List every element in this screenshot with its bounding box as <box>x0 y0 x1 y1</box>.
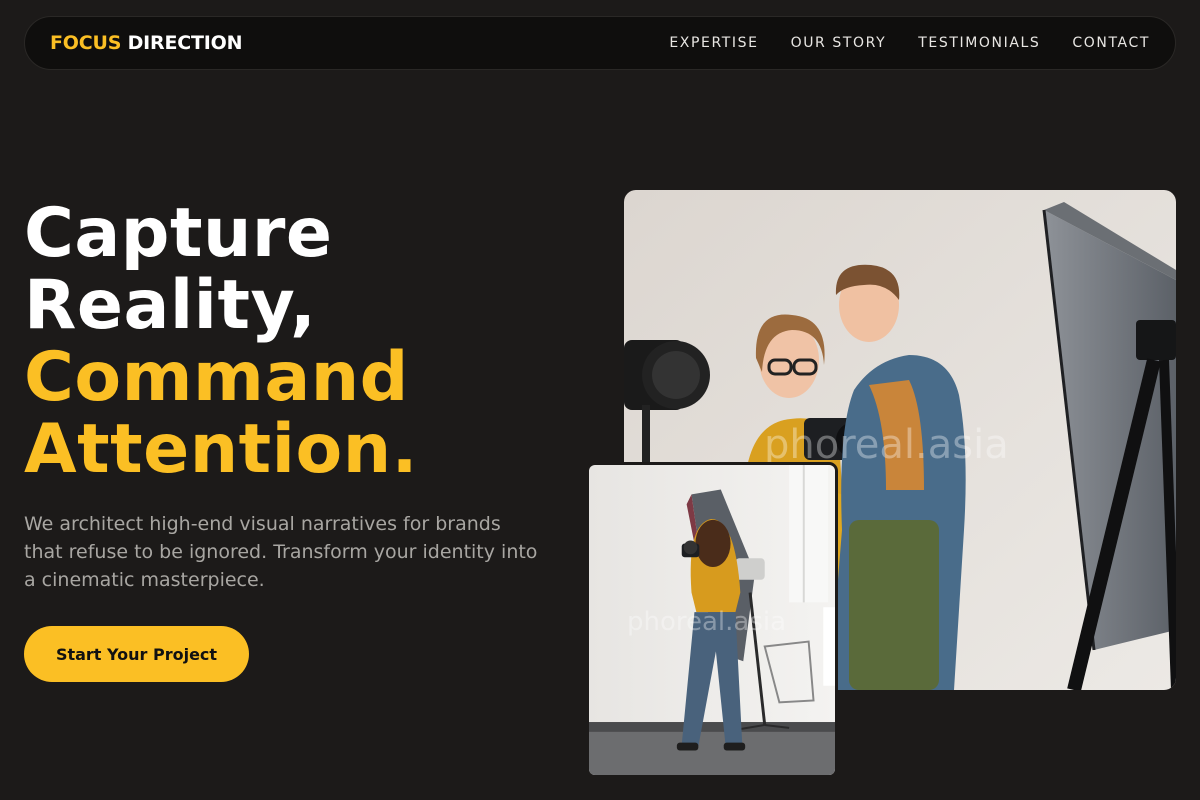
landing-page: FOCUS DIRECTION EXPERTISE OUR STORY TEST… <box>0 0 1200 800</box>
logo-rest-text: DIRECTION <box>127 32 243 54</box>
headline-line-3: Command <box>24 338 409 417</box>
nav-links: EXPERTISE OUR STORY TESTIMONIALS CONTACT <box>669 35 1150 51</box>
brand-logo[interactable]: FOCUS DIRECTION <box>50 32 242 54</box>
hero-subtext: We architect high-end visual narratives … <box>24 513 538 591</box>
headline-line-2: Reality, <box>24 266 317 345</box>
hero-photo-secondary: phoreal.asia <box>586 462 838 778</box>
nav-link-testimonials[interactable]: TESTIMONIALS <box>918 35 1040 51</box>
start-project-button[interactable]: Start Your Project <box>24 626 249 682</box>
headline-line-1: Capture <box>24 194 333 273</box>
nav-link-expertise[interactable]: EXPERTISE <box>669 35 758 51</box>
nav-link-our-story[interactable]: OUR STORY <box>791 35 887 51</box>
top-navbar: FOCUS DIRECTION EXPERTISE OUR STORY TEST… <box>24 16 1176 70</box>
photographer-photo-illustration <box>589 465 835 775</box>
logo-accent-text: FOCUS <box>50 32 122 54</box>
headline-line-4: Attention. <box>24 410 418 489</box>
hero-headline: Capture Reality, Command Attention. <box>24 198 418 486</box>
nav-link-contact[interactable]: CONTACT <box>1072 35 1150 51</box>
